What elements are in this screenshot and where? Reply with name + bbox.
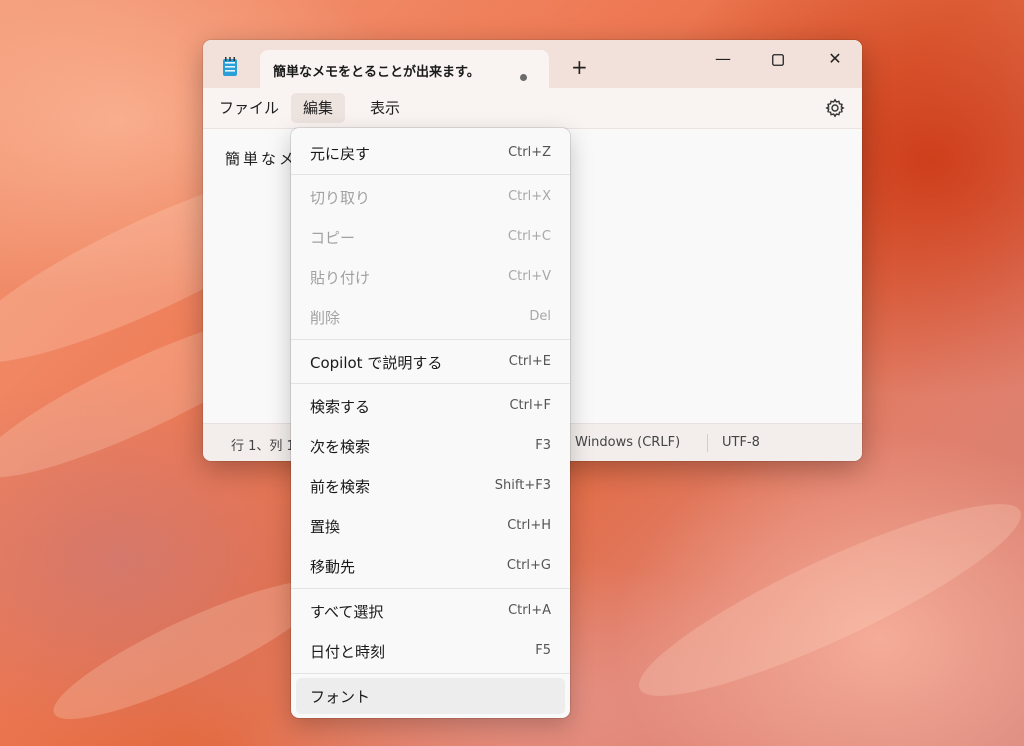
menu-bar: ファイル 編集 表示 xyxy=(203,88,862,129)
menu-separator xyxy=(291,174,570,175)
menu-file[interactable]: ファイル xyxy=(207,93,291,123)
edit-menu-dropdown: 元に戻す Ctrl+Z 切り取り Ctrl+X コピー Ctrl+C 貼り付け … xyxy=(291,128,570,718)
menu-item-shortcut: Ctrl+H xyxy=(507,518,551,533)
minimize-button[interactable]: — xyxy=(702,46,744,72)
menu-separator xyxy=(291,588,570,589)
menu-item-label: 貼り付け xyxy=(310,269,371,287)
menu-item-paste[interactable]: 貼り付け Ctrl+V xyxy=(296,259,565,295)
menu-item-label: Copilot で説明する xyxy=(310,354,443,372)
menu-separator xyxy=(291,673,570,674)
menu-item-label: 切り取り xyxy=(310,189,371,207)
unsaved-indicator-icon xyxy=(520,74,527,81)
menu-item-shortcut: Ctrl+G xyxy=(506,558,551,573)
menu-item-date-time[interactable]: 日付と時刻 F5 xyxy=(296,633,565,669)
menu-item-label: 置換 xyxy=(310,518,341,536)
menu-item-label: 次を検索 xyxy=(310,438,371,456)
menu-item-shortcut: Ctrl+F xyxy=(509,398,551,413)
menu-separator xyxy=(291,383,570,384)
menu-view[interactable]: 表示 xyxy=(358,93,412,123)
menu-item-font[interactable]: フォント xyxy=(296,678,565,714)
menu-item-copy[interactable]: コピー Ctrl+C xyxy=(296,219,565,255)
line-ending: Windows (CRLF) xyxy=(575,435,681,450)
menu-item-shortcut: Ctrl+C xyxy=(507,229,551,244)
menu-separator xyxy=(291,339,570,340)
menu-item-shortcut: Ctrl+X xyxy=(508,189,551,204)
editor-content: 簡単なメ xyxy=(225,150,298,168)
settings-gear-icon[interactable] xyxy=(825,98,845,118)
close-button[interactable]: ✕ xyxy=(814,46,856,72)
menu-item-shortcut: Shift+F3 xyxy=(494,478,551,493)
title-bar: 簡単なメモをとることが出来ます。 + — ✕ xyxy=(203,40,862,88)
maximize-icon xyxy=(772,53,784,66)
status-divider xyxy=(707,434,708,452)
menu-item-label: すべて選択 xyxy=(310,603,384,621)
menu-item-cut[interactable]: 切り取り Ctrl+X xyxy=(296,179,565,215)
menu-item-label: コピー xyxy=(310,229,356,247)
wallpaper-streak xyxy=(622,474,1024,726)
menu-item-shortcut: Ctrl+V xyxy=(508,269,551,284)
menu-item-shortcut: Ctrl+E xyxy=(508,354,551,369)
menu-item-undo[interactable]: 元に戻す Ctrl+Z xyxy=(296,135,565,171)
notepad-app-icon xyxy=(223,57,237,76)
menu-item-shortcut: F5 xyxy=(535,643,551,658)
menu-item-label: 移動先 xyxy=(310,558,356,576)
menu-item-select-all[interactable]: すべて選択 Ctrl+A xyxy=(296,593,565,629)
tab-title: 簡単なメモをとることが出来ます。 xyxy=(273,65,480,80)
menu-item-label: 日付と時刻 xyxy=(310,643,386,661)
maximize-button[interactable] xyxy=(757,46,799,72)
menu-item-find-next[interactable]: 次を検索 F3 xyxy=(296,428,565,464)
menu-item-go-to[interactable]: 移動先 Ctrl+G xyxy=(296,548,565,584)
menu-item-shortcut: Ctrl+A xyxy=(508,603,551,618)
menu-item-label: フォント xyxy=(310,688,371,706)
menu-item-label: 削除 xyxy=(310,309,341,327)
menu-item-copilot-explain[interactable]: Copilot で説明する Ctrl+E xyxy=(296,344,565,380)
cursor-position: 行 1、列 1 xyxy=(231,439,295,454)
menu-item-find[interactable]: 検索する Ctrl+F xyxy=(296,388,565,424)
menu-item-label: 検索する xyxy=(310,398,371,416)
menu-item-label: 元に戻す xyxy=(310,145,371,163)
menu-item-shortcut: Del xyxy=(529,309,551,324)
menu-item-replace[interactable]: 置換 Ctrl+H xyxy=(296,508,565,544)
document-tab[interactable]: 簡単なメモをとることが出来ます。 xyxy=(260,50,549,88)
menu-item-shortcut: Ctrl+Z xyxy=(508,145,551,160)
menu-item-find-previous[interactable]: 前を検索 Shift+F3 xyxy=(296,468,565,504)
menu-item-label: 前を検索 xyxy=(310,478,371,496)
menu-item-shortcut: F3 xyxy=(535,438,551,453)
encoding: UTF-8 xyxy=(722,435,760,450)
menu-edit[interactable]: 編集 xyxy=(291,93,346,123)
menu-item-delete[interactable]: 削除 Del xyxy=(296,299,565,335)
new-tab-button[interactable]: + xyxy=(571,57,588,77)
